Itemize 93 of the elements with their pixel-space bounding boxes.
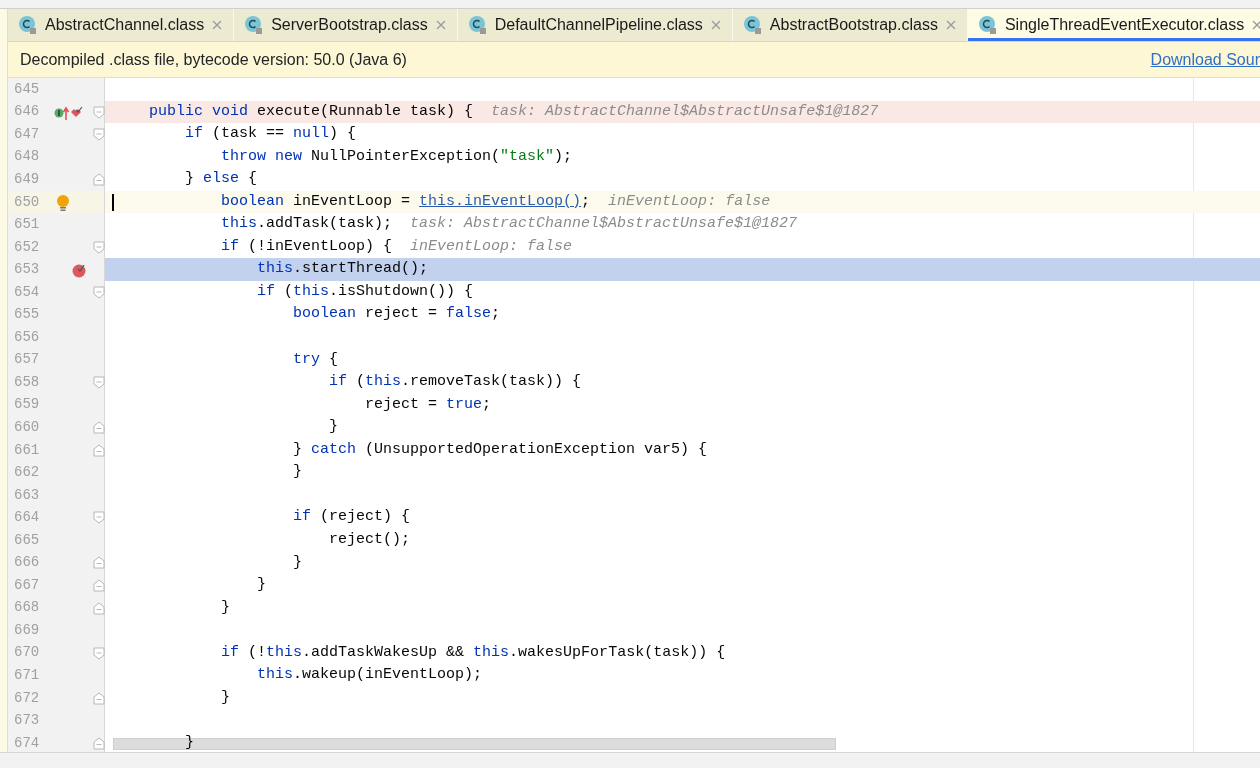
fold-icon[interactable] (93, 511, 105, 525)
line-number: 659 (13, 395, 41, 415)
code-line: } (328, 417, 339, 438)
code-line: if (this.removeTask(task)) { (328, 372, 582, 393)
download-sources-link[interactable]: Download Sour (1150, 47, 1260, 72)
close-icon[interactable] (709, 19, 722, 31)
close-icon[interactable] (1251, 19, 1260, 31)
line-number: 660 (13, 417, 41, 437)
line-number: 654 (13, 282, 41, 302)
line-number: 657 (13, 350, 41, 370)
class-file-icon (18, 15, 38, 35)
line-number: 658 (13, 372, 41, 392)
code-line: if (!inEventLoop) { (220, 236, 393, 257)
line-number: 665 (13, 530, 41, 550)
code-link[interactable]: this.inEventLoop() (419, 192, 582, 210)
close-icon[interactable] (434, 19, 447, 31)
line-number: 669 (13, 620, 41, 640)
line-number: 648 (13, 147, 41, 167)
line-number: 647 (13, 124, 41, 144)
fold-icon[interactable] (93, 128, 105, 142)
text-caret (112, 193, 114, 211)
close-icon[interactable] (211, 19, 224, 31)
code-line: try { (292, 349, 339, 370)
line-number: 666 (13, 553, 41, 573)
line-number: 662 (13, 463, 41, 483)
fold-icon[interactable] (93, 601, 105, 615)
fold-icon[interactable] (93, 173, 105, 187)
line-number: 656 (13, 327, 41, 347)
code-line: } (220, 597, 231, 618)
code-line: if (!this.addTaskWakesUp && this.wakesUpForTask(task)) { (220, 642, 726, 663)
line-number: 672 (13, 688, 41, 708)
code-line: } else { (184, 169, 258, 190)
line-number: 653 (13, 260, 41, 280)
class-file-icon (467, 15, 488, 35)
code-line: } (292, 462, 303, 483)
code-line: } (220, 687, 231, 708)
fold-icon[interactable] (93, 691, 105, 705)
file-tab[interactable]: DefaultChannelPipeline.class (457, 9, 733, 41)
class-file-icon (244, 15, 265, 35)
close-icon[interactable] (944, 19, 957, 31)
fold-icon[interactable] (93, 285, 105, 299)
file-tab[interactable]: AbstractChannel.class (8, 9, 235, 41)
fold-icon[interactable] (93, 240, 105, 254)
code-line: this.wakeup(inEventLoop); (256, 665, 483, 686)
file-tab[interactable]: SingleThreadEventExecutor.class (967, 9, 1260, 41)
class-file-icon (742, 15, 763, 35)
code-line: if (task == null) { (184, 124, 357, 145)
fold-icon[interactable] (93, 376, 105, 390)
code-line: boolean reject = false; (292, 304, 501, 325)
line-number: 663 (13, 485, 41, 505)
code-line: this.startThread(); (256, 259, 429, 280)
code-line: throw new NullPointerException("task"); (220, 146, 573, 167)
code-line: boolean inEventLoop = this.inEventLoop(); (220, 191, 591, 212)
code-line: } (292, 552, 303, 573)
line-number: 664 (13, 508, 41, 528)
line-number: 651 (13, 215, 41, 235)
file-tab[interactable]: ServerBootstrap.class (234, 9, 458, 41)
code-line: } catch (UnsupportedOperationException var5) { (292, 439, 708, 460)
code-line: this.addTask(task); (220, 214, 393, 235)
fold-icon[interactable] (93, 646, 105, 660)
line-number: 649 (13, 169, 41, 189)
inline-debug-value: task: AbstractChannel$AbstractUnsafe$1@1827 (410, 214, 798, 235)
line-number: 668 (13, 598, 41, 618)
line-number: 645 (13, 79, 41, 99)
file-tab[interactable]: AbstractBootstrap.class (732, 9, 968, 41)
code-line: if (this.isShutdown()) { (256, 281, 474, 302)
line-number: 661 (13, 440, 41, 460)
fold-icon[interactable] (93, 421, 105, 435)
line-number: 655 (13, 305, 41, 325)
line-number: 670 (13, 643, 41, 663)
fold-icon[interactable] (93, 556, 105, 570)
banner-message: Decompiled .class file, bytecode version: 50.0 (Java 6) (20, 49, 407, 70)
code-line: reject(); (328, 529, 411, 550)
code-line: reject = true; (364, 394, 492, 415)
line-number: 673 (13, 711, 41, 731)
line-number: 667 (13, 575, 41, 595)
fold-icon[interactable] (93, 736, 105, 750)
code-line: } (184, 732, 194, 752)
line-number: 646 (13, 102, 41, 122)
fold-icon[interactable] (93, 443, 105, 457)
line-number: 671 (13, 666, 41, 685)
fold-icon[interactable] (93, 105, 105, 119)
inline-debug-value: inEventLoop: false (608, 191, 771, 212)
code-line: } (256, 575, 267, 596)
class-file-icon (977, 15, 998, 35)
inline-debug-value: task: AbstractChannel$AbstractUnsafe$1@1827 (491, 101, 879, 122)
line-number: 652 (13, 237, 41, 257)
code-line: public void execute(Runnable task) { (148, 101, 474, 122)
inline-debug-value: inEventLoop: false (410, 236, 573, 257)
line-number: 674 (13, 733, 41, 752)
code-line: if (reject) { (292, 507, 411, 528)
fold-icon[interactable] (93, 579, 105, 593)
line-number: 650 (13, 192, 41, 212)
